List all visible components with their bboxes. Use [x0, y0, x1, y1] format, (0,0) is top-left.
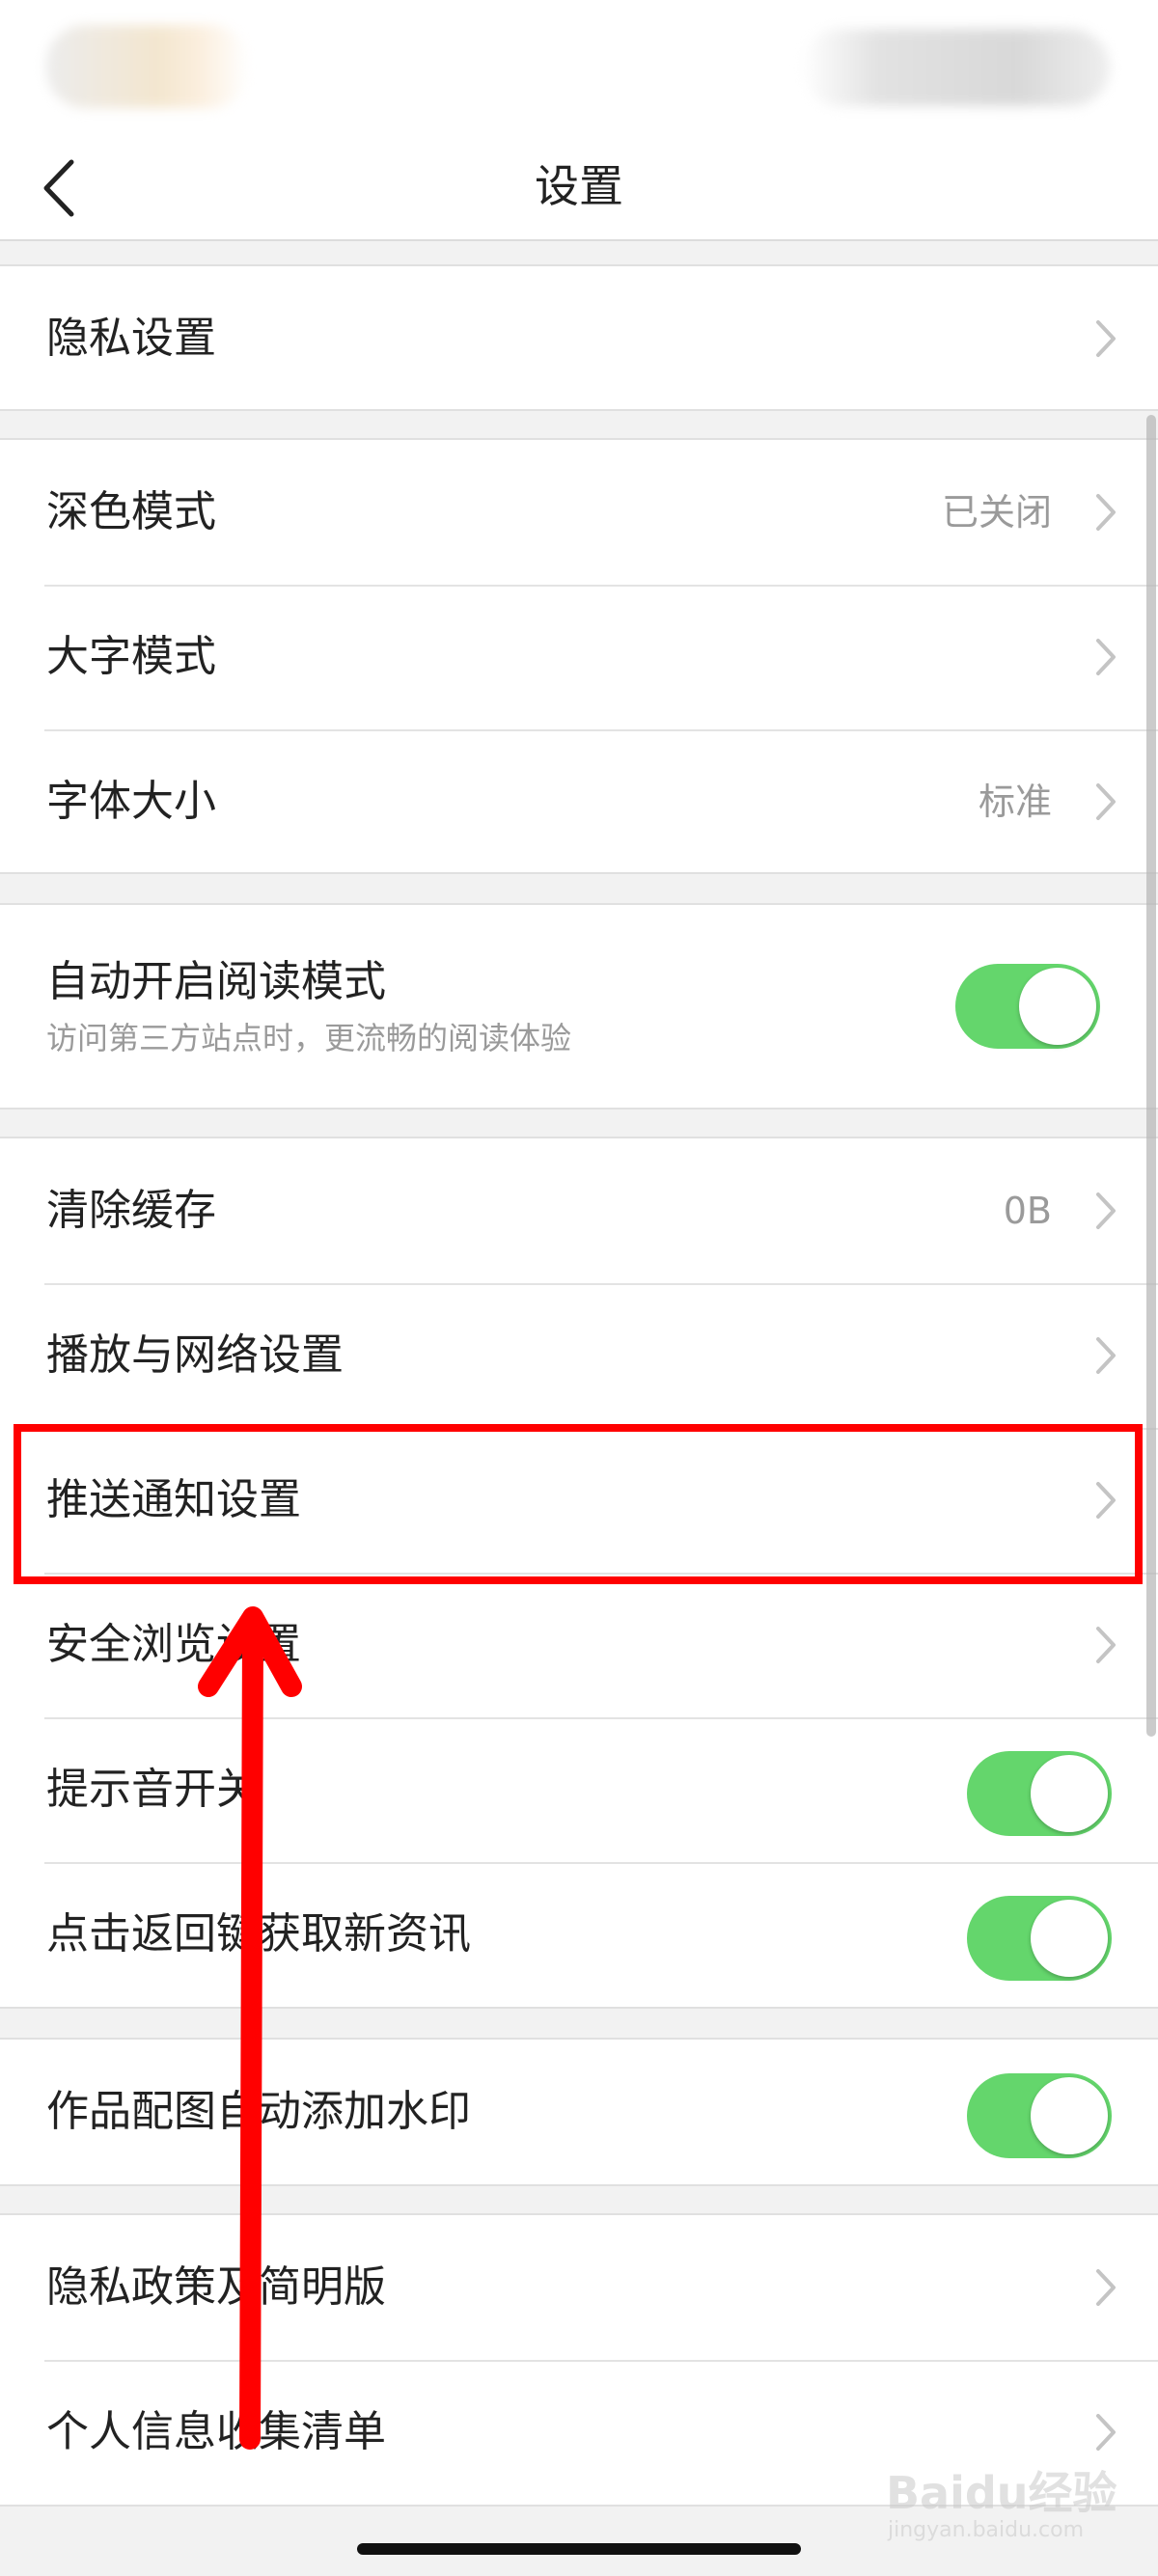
- settings-row-privacy[interactable]: 隐私设置: [0, 266, 1158, 411]
- chevron-right-icon: [1096, 783, 1116, 820]
- settings-row-playback-network[interactable]: 播放与网络设置: [0, 1283, 1158, 1428]
- row-value: 标准: [978, 781, 1052, 823]
- settings-row-large-text[interactable]: 大字模式: [0, 585, 1158, 729]
- row-label: 大字模式: [46, 632, 216, 681]
- row-label: 安全浏览设置: [46, 1620, 301, 1669]
- auto-reading-mode-toggle[interactable]: [955, 964, 1100, 1049]
- back-refresh-toggle[interactable]: [967, 1896, 1112, 1981]
- settings-row-safe-browsing[interactable]: 安全浏览设置: [0, 1573, 1158, 1717]
- chevron-right-icon: [1096, 2414, 1116, 2451]
- group-privacy: 隐私设置: [0, 264, 1158, 411]
- watermark-sub: jingyan.baidu.com: [888, 2518, 1085, 2542]
- row-label: 个人信息收集清单: [46, 2407, 386, 2456]
- settings-row-auto-watermark: 作品配图自动添加水印: [0, 2040, 1158, 2184]
- settings-row-font-size[interactable]: 字体大小 标准: [0, 729, 1158, 874]
- group-display: 深色模式 已关闭 大字模式 字体大小 标准: [0, 438, 1158, 874]
- settings-row-clear-cache[interactable]: 清除缓存 0B: [0, 1138, 1158, 1283]
- row-label: 深色模式: [46, 487, 216, 536]
- watermark-main: Baidu经验: [886, 2467, 1117, 2519]
- row-label: 点击返回键获取新资讯: [46, 1909, 471, 1959]
- group-reading: 自动开启阅读模式 访问第三方站点时，更流畅的阅读体验: [0, 903, 1158, 1110]
- settings-row-auto-reading-mode: 自动开启阅读模式 访问第三方站点时，更流畅的阅读体验: [0, 905, 1158, 1108]
- toggle-knob: [1031, 1755, 1108, 1832]
- row-value: 已关闭: [941, 491, 1052, 534]
- home-indicator[interactable]: [357, 2543, 801, 2555]
- row-value: 0B: [1003, 1190, 1052, 1232]
- chevron-right-icon: [1096, 1337, 1116, 1374]
- row-label: 隐私政策及简明版: [46, 2262, 386, 2312]
- settings-row-privacy-policy[interactable]: 隐私政策及简明版: [0, 2215, 1158, 2360]
- settings-row-back-refresh: 点击返回键获取新资讯: [0, 1862, 1158, 2007]
- row-label: 提示音开关: [46, 1765, 259, 1814]
- row-label: 隐私设置: [46, 314, 216, 363]
- row-label: 字体大小: [46, 777, 216, 826]
- sound-switch-toggle[interactable]: [967, 1751, 1112, 1836]
- chevron-right-icon: [1096, 320, 1116, 357]
- chevron-right-icon: [1096, 639, 1116, 675]
- status-bar: [0, 0, 1158, 135]
- row-label: 清除缓存: [46, 1186, 216, 1235]
- annotation-highlight-box: [14, 1424, 1143, 1584]
- nav-bar: 设置: [0, 135, 1158, 241]
- row-label: 播放与网络设置: [46, 1330, 344, 1380]
- settings-row-dark-mode[interactable]: 深色模式 已关闭: [0, 440, 1158, 585]
- chevron-right-icon: [1096, 2269, 1116, 2306]
- brand-watermark: Baidu经验 jingyan.baidu.com: [886, 2458, 1117, 2564]
- settings-screen: 设置 隐私设置 深色模式 已关闭 大字模式 字体大小 标准 自动开启阅读模式 访…: [0, 0, 1158, 2576]
- row-label: 自动开启阅读模式: [46, 957, 386, 1006]
- group-watermark: 作品配图自动添加水印: [0, 2038, 1158, 2186]
- toggle-knob: [1031, 1900, 1108, 1977]
- chevron-right-icon: [1096, 1627, 1116, 1663]
- page-title: 设置: [535, 160, 623, 212]
- chevron-right-icon: [1096, 1192, 1116, 1229]
- row-label: 作品配图自动添加水印: [46, 2087, 471, 2136]
- toggle-knob: [1031, 2077, 1108, 2154]
- status-bar-right-blurred: [801, 29, 1110, 106]
- auto-watermark-toggle[interactable]: [967, 2073, 1112, 2158]
- scrollbar[interactable]: [1146, 415, 1156, 1737]
- row-subtitle: 访问第三方站点时，更流畅的阅读体验: [46, 1020, 572, 1056]
- toggle-knob: [1019, 968, 1096, 1045]
- status-bar-left-blurred: [46, 25, 249, 108]
- chevron-right-icon: [1096, 494, 1116, 531]
- settings-row-sound-switch: 提示音开关: [0, 1717, 1158, 1862]
